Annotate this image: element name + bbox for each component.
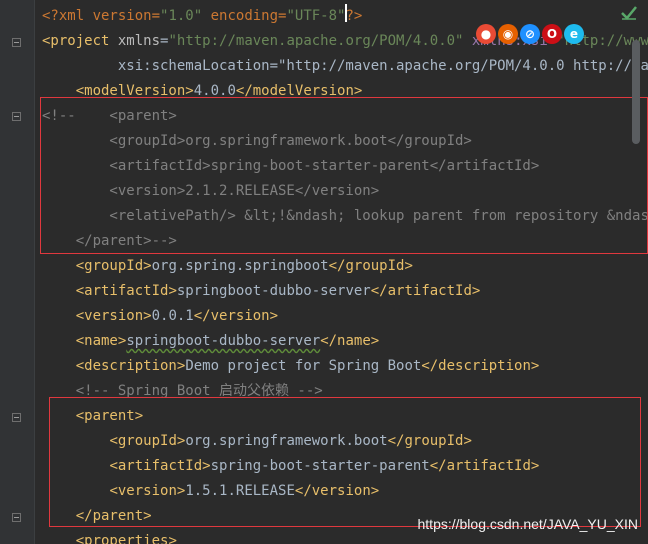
vertical-scrollbar[interactable] xyxy=(632,40,640,144)
ie-icon[interactable]: e xyxy=(564,24,584,44)
firefox-icon[interactable]: ◉ xyxy=(498,24,518,44)
line-gutter xyxy=(0,0,35,544)
code-line[interactable]: <name>springboot-dubbo-server</name> xyxy=(42,329,379,354)
code-line[interactable]: <?xml version="1.0" encoding="UTF-8"?> xyxy=(42,4,362,29)
xml-editor[interactable]: <?xml version="1.0" encoding="UTF-8"?> <p… xyxy=(0,0,648,544)
code-line[interactable]: <relativePath/> &lt;!&ndash; lookup pare… xyxy=(42,204,648,229)
code-line[interactable]: <!-- Spring Boot 启动父依赖 --> xyxy=(42,379,323,404)
code-line[interactable]: <artifactId>springboot-dubbo-server</art… xyxy=(42,279,481,304)
fold-icon[interactable] xyxy=(12,413,21,422)
code-line[interactable]: <groupId>org.springframework.boot</group… xyxy=(42,129,471,154)
code-line[interactable]: <!-- <parent> xyxy=(42,104,177,129)
code-line[interactable]: <modelVersion>4.0.0</modelVersion> xyxy=(42,79,363,104)
code-line[interactable]: <properties> xyxy=(42,529,177,544)
fold-icon[interactable] xyxy=(12,38,21,47)
code-line[interactable]: <artifactId>spring-boot-starter-parent</… xyxy=(42,154,539,179)
code-line[interactable]: <groupId>org.spring.springboot</groupId> xyxy=(42,254,413,279)
safari-icon[interactable]: ⊘ xyxy=(520,24,540,44)
code-line[interactable]: xsi:schemaLocation="http://maven.apache.… xyxy=(42,54,648,79)
chrome-icon[interactable]: ● xyxy=(476,24,496,44)
watermark-text: https://blog.csdn.net/JAVA_YU_XIN xyxy=(417,516,639,532)
code-line[interactable]: <version>0.0.1</version> xyxy=(42,304,278,329)
fold-icon[interactable] xyxy=(12,112,21,121)
code-line[interactable]: </parent>--> xyxy=(42,229,177,254)
checkmark-icon xyxy=(621,6,637,20)
code-line[interactable]: <version>2.1.2.RELEASE</version> xyxy=(42,179,379,204)
code-line[interactable]: <artifactId>spring-boot-starter-parent</… xyxy=(42,454,539,479)
text-caret xyxy=(345,4,347,22)
fold-icon[interactable] xyxy=(12,513,21,522)
code-line[interactable]: <parent> xyxy=(42,404,143,429)
code-line[interactable]: <description>Demo project for Spring Boo… xyxy=(42,354,540,379)
opera-icon[interactable]: O xyxy=(542,24,562,44)
code-line[interactable]: <groupId>org.springframework.boot</group… xyxy=(42,429,471,454)
code-line[interactable]: <version>1.5.1.RELEASE</version> xyxy=(42,479,379,504)
browser-preview-bar: ● ◉ ⊘ Oe xyxy=(476,24,584,50)
code-line[interactable]: </parent> xyxy=(42,504,152,529)
